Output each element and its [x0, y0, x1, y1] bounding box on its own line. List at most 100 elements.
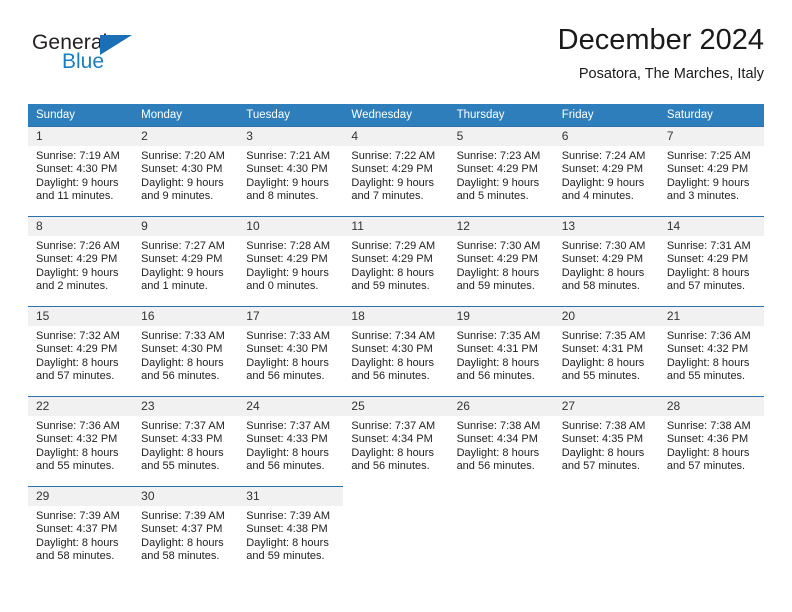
- calendar-day-cell[interactable]: 19 Sunrise: 7:35 AM Sunset: 4:31 PM Dayligh…: [448, 306, 554, 396]
- daylight-duration-line2: and 57 minutes.: [561, 460, 640, 473]
- day-number: 13: [553, 216, 659, 236]
- sunrise-time: Sunrise: 7:21 AM: [246, 150, 331, 162]
- daylight-duration-line2: and 57 minutes.: [36, 370, 115, 383]
- daylight-duration-line1: Daylight: 8 hours: [351, 356, 434, 369]
- day-details: Sunrise: 7:36 AM Sunset: 4:32 PM Daylight:…: [659, 326, 764, 384]
- sunrise-time: Sunrise: 7:27 AM: [141, 240, 225, 252]
- daylight-duration-line1: Daylight: 8 hours: [456, 446, 540, 459]
- day-details: Sunrise: 7:32 AM Sunset: 4:29 PM Daylight:…: [28, 326, 133, 384]
- sunrise-time: Sunrise: 7:31 AM: [666, 240, 751, 252]
- calendar-day-cell[interactable]: 20 Sunrise: 7:35 AM Sunset: 4:31 PM Dayligh…: [553, 306, 659, 396]
- weekday-header-sunday: Sunday: [36, 109, 76, 121]
- daylight-duration-line1: Daylight: 8 hours: [141, 536, 224, 549]
- calendar-day-cell[interactable]: 4 Sunrise: 7:22 AM Sunset: 4:29 PM Daylight…: [343, 126, 449, 216]
- sunset-time: Sunset: 4:31 PM: [561, 343, 644, 356]
- day-number: 22: [28, 396, 134, 416]
- day-number: 8: [28, 216, 134, 236]
- day-number: 17: [238, 306, 344, 326]
- calendar-day-cell[interactable]: 6 Sunrise: 7:24 AM Sunset: 4:29 PM Daylight…: [553, 126, 659, 216]
- calendar-day-cell[interactable]: 2 Sunrise: 7:20 AM Sunset: 4:30 PM Daylight…: [133, 126, 239, 216]
- sunset-time: Sunset: 4:29 PM: [351, 163, 433, 176]
- calendar-day-cell[interactable]: 13 Sunrise: 7:30 AM Sunset: 4:29 PM Dayligh…: [553, 216, 659, 306]
- daylight-duration-line1: Daylight: 8 hours: [666, 266, 750, 279]
- calendar-day-cell[interactable]: 12 Sunrise: 7:30 AM Sunset: 4:29 PM Dayligh…: [448, 216, 554, 306]
- sunrise-time: Sunrise: 7:36 AM: [36, 420, 120, 432]
- calendar-day-cell[interactable]: 5 Sunrise: 7:23 AM Sunset: 4:29 PM Daylight…: [448, 126, 554, 216]
- day-details: Sunrise: 7:39 AM Sunset: 4:37 PM Daylight:…: [28, 506, 133, 564]
- day-number: 14: [658, 216, 764, 236]
- daylight-duration-line2: and 0 minutes.: [246, 280, 319, 293]
- sunrise-time: Sunrise: 7:28 AM: [246, 240, 331, 252]
- daylight-duration-line1: Daylight: 8 hours: [561, 446, 645, 459]
- calendar-day-cell[interactable]: 24 Sunrise: 7:37 AM Sunset: 4:33 PM Dayligh…: [238, 396, 344, 486]
- day-number: 18: [343, 306, 449, 326]
- calendar-day-cell[interactable]: 7 Sunrise: 7:25 AM Sunset: 4:29 PM Daylight…: [658, 126, 764, 216]
- calendar-day-cell-empty: [343, 486, 449, 576]
- calendar-day-cell[interactable]: 18 Sunrise: 7:34 AM Sunset: 4:30 PM Dayligh…: [343, 306, 449, 396]
- sunset-time: Sunset: 4:30 PM: [351, 343, 433, 356]
- weekday-header-friday: Friday: [561, 109, 594, 121]
- calendar-day-cell[interactable]: 8 Sunrise: 7:26 AM Sunset: 4:29 PM Daylight…: [28, 216, 134, 306]
- calendar-day-cell[interactable]: 1 Sunrise: 7:19 AM Sunset: 4:30 PM Daylight…: [28, 126, 134, 216]
- day-details: Sunrise: 7:38 AM Sunset: 4:36 PM Daylight:…: [659, 416, 764, 474]
- calendar-day-cell[interactable]: 15 Sunrise: 7:32 AM Sunset: 4:29 PM Dayligh…: [28, 306, 134, 396]
- calendar-day-cell[interactable]: 25 Sunrise: 7:37 AM Sunset: 4:34 PM Dayligh…: [343, 396, 449, 486]
- calendar-table: Sunday Monday Tuesday Wednesday Thursday Frid…: [28, 104, 764, 576]
- day-details: Sunrise: 7:31 AM Sunset: 4:29 PM Daylight:…: [659, 236, 764, 294]
- day-number: 25: [343, 396, 449, 416]
- sunrise-time: Sunrise: 7:30 AM: [561, 240, 646, 252]
- calendar-day-cell[interactable]: 31 Sunrise: 7:39 AM Sunset: 4:38 PM Dayligh…: [238, 486, 344, 576]
- sunset-time: Sunset: 4:29 PM: [666, 253, 749, 266]
- calendar-day-cell[interactable]: 28 Sunrise: 7:38 AM Sunset: 4:36 PM Dayligh…: [658, 396, 764, 486]
- day-number: 16: [133, 306, 239, 326]
- calendar-day-cell[interactable]: 14 Sunrise: 7:31 AM Sunset: 4:29 PM Dayligh…: [658, 216, 764, 306]
- daylight-duration-line2: and 5 minutes.: [456, 190, 529, 203]
- calendar-day-cell[interactable]: 26 Sunrise: 7:38 AM Sunset: 4:34 PM Dayligh…: [448, 396, 554, 486]
- calendar-day-cell[interactable]: 11 Sunrise: 7:29 AM Sunset: 4:29 PM Dayligh…: [343, 216, 449, 306]
- calendar-day-cell[interactable]: 16 Sunrise: 7:33 AM Sunset: 4:30 PM Dayligh…: [133, 306, 239, 396]
- calendar-day-cell[interactable]: 21 Sunrise: 7:36 AM Sunset: 4:32 PM Dayligh…: [658, 306, 764, 396]
- daylight-duration-line1: Daylight: 8 hours: [36, 446, 119, 459]
- daylight-duration-line1: Daylight: 9 hours: [141, 266, 224, 279]
- calendar-day-cell[interactable]: 23 Sunrise: 7:37 AM Sunset: 4:33 PM Dayligh…: [133, 396, 239, 486]
- day-details: Sunrise: 7:37 AM Sunset: 4:34 PM Daylight:…: [343, 416, 448, 474]
- day-details: Sunrise: 7:39 AM Sunset: 4:38 PM Daylight:…: [238, 506, 343, 564]
- sunrise-time: Sunrise: 7:23 AM: [456, 150, 541, 162]
- daylight-duration-line2: and 59 minutes.: [351, 280, 430, 293]
- general-blue-logo[interactable]: General Blue: [32, 32, 182, 84]
- daylight-duration-line1: Daylight: 8 hours: [666, 356, 750, 369]
- daylight-duration-line1: Daylight: 8 hours: [351, 446, 434, 459]
- calendar-day-cell[interactable]: 9 Sunrise: 7:27 AM Sunset: 4:29 PM Daylight…: [133, 216, 239, 306]
- calendar-week-row: 8 Sunrise: 7:26 AM Sunset: 4:29 PM Daylight…: [28, 216, 764, 306]
- sunset-time: Sunset: 4:29 PM: [141, 253, 223, 266]
- day-details: Sunrise: 7:33 AM Sunset: 4:30 PM Daylight:…: [238, 326, 343, 384]
- sunset-time: Sunset: 4:29 PM: [36, 253, 118, 266]
- day-number: 24: [238, 396, 344, 416]
- day-number: 30: [133, 486, 239, 506]
- daylight-duration-line1: Daylight: 8 hours: [36, 536, 119, 549]
- daylight-duration-line2: and 56 minutes.: [246, 460, 325, 473]
- day-number: 10: [238, 216, 344, 236]
- sunset-time: Sunset: 4:38 PM: [246, 523, 328, 536]
- sunset-time: Sunset: 4:30 PM: [36, 163, 118, 176]
- day-details: Sunrise: 7:35 AM Sunset: 4:31 PM Daylight:…: [554, 326, 659, 384]
- calendar-week-row: 15 Sunrise: 7:32 AM Sunset: 4:29 PM Dayligh…: [28, 306, 764, 396]
- sunset-time: Sunset: 4:34 PM: [351, 433, 433, 446]
- day-details: Sunrise: 7:20 AM Sunset: 4:30 PM Daylight:…: [133, 146, 238, 204]
- day-number: 29: [28, 486, 134, 506]
- daylight-duration-line1: Daylight: 9 hours: [666, 176, 750, 189]
- sunrise-time: Sunrise: 7:26 AM: [36, 240, 120, 252]
- day-number: 15: [28, 306, 134, 326]
- calendar-day-cell[interactable]: 29 Sunrise: 7:39 AM Sunset: 4:37 PM Dayligh…: [28, 486, 134, 576]
- calendar-body: 1 Sunrise: 7:19 AM Sunset: 4:30 PM Daylight…: [28, 126, 764, 576]
- calendar-day-cell[interactable]: 17 Sunrise: 7:33 AM Sunset: 4:30 PM Dayligh…: [238, 306, 344, 396]
- calendar-day-cell[interactable]: 3 Sunrise: 7:21 AM Sunset: 4:30 PM Daylight…: [238, 126, 344, 216]
- sunset-time: Sunset: 4:32 PM: [666, 343, 749, 356]
- sunrise-time: Sunrise: 7:32 AM: [36, 330, 120, 342]
- daylight-duration-line2: and 55 minutes.: [36, 460, 115, 473]
- calendar-day-cell[interactable]: 27 Sunrise: 7:38 AM Sunset: 4:35 PM Dayligh…: [553, 396, 659, 486]
- calendar-day-cell[interactable]: 22 Sunrise: 7:36 AM Sunset: 4:32 PM Dayligh…: [28, 396, 134, 486]
- calendar-day-cell[interactable]: 30 Sunrise: 7:39 AM Sunset: 4:37 PM Dayligh…: [133, 486, 239, 576]
- calendar-day-cell[interactable]: 10 Sunrise: 7:28 AM Sunset: 4:29 PM Dayligh…: [238, 216, 344, 306]
- day-details: Sunrise: 7:23 AM Sunset: 4:29 PM Daylight:…: [449, 146, 554, 204]
